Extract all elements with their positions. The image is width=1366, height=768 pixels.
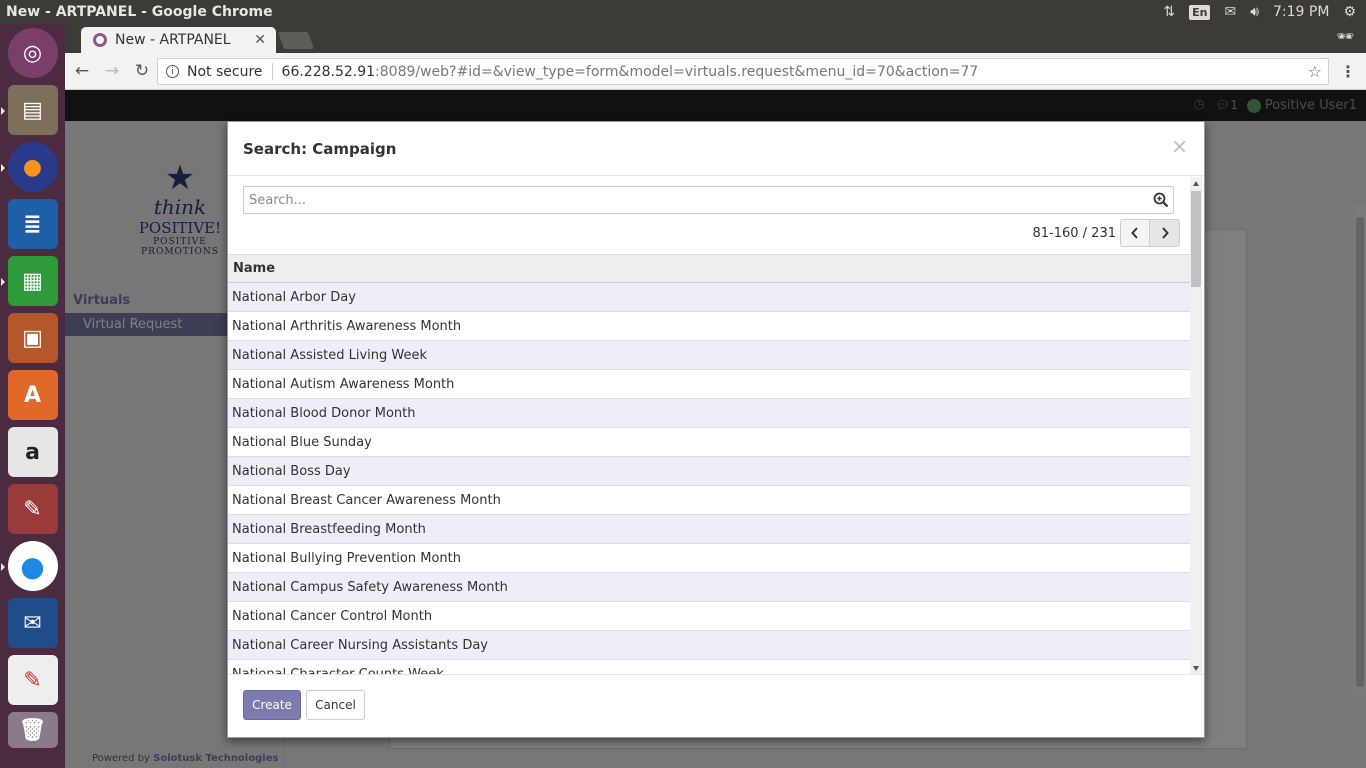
security-label[interactable]: Not secure [187,64,263,80]
keyboard-layout[interactable]: En [1189,4,1211,20]
list-item[interactable]: National Cancer Control Month [228,602,1191,631]
list-item[interactable]: National Breastfeeding Month [228,515,1191,544]
campaign-list: Name National Arbor Day National Arthriti… [228,254,1191,675]
list-item[interactable]: National Bullying Prevention Month [228,544,1191,573]
list-item[interactable]: National Career Nursing Assistants Day [228,631,1191,660]
unity-launcher: ◎ ▤ ● ≣ ▦ ▣ A a ✎ ● ✉ ✎ 🗑︎ [0,24,65,768]
settings-gear-icon[interactable]: ⚙ [1343,4,1356,20]
system-tray: ⇅ En ✉ 🔊︎ 7:19 PM ⚙ [1163,4,1366,20]
incognito-icon: 🕶︎ [1336,29,1354,45]
list-item[interactable]: National Arbor Day [228,283,1191,312]
os-top-panel: New - ARTPANEL - Google Chrome ⇅ En ✉ 🔊︎… [0,0,1366,24]
impress-icon[interactable]: ▣ [7,313,58,363]
dialog-scrollbar[interactable] [1190,177,1202,675]
omnibox-divider [271,63,273,80]
dialog-title: Search: Campaign [243,140,397,158]
software-center-icon[interactable]: A [7,370,58,420]
clock[interactable]: 7:19 PM [1273,4,1329,20]
volume-icon[interactable]: 🔊︎ [1250,4,1259,20]
pager-previous-button[interactable] [1120,219,1150,247]
chevron-right-icon [1161,227,1169,239]
url-host[interactable]: 66.228.52.91 [282,64,376,80]
close-icon[interactable]: × [1171,134,1188,158]
files-icon[interactable]: ▤ [0,85,58,135]
cancel-button[interactable]: Cancel [306,690,365,720]
list-item[interactable]: National Assisted Living Week [228,341,1191,370]
search-icon[interactable] [1153,192,1169,208]
bookmark-star-icon[interactable]: ☆ [1308,62,1322,81]
browser-tab-strip: New - ARTPANEL ✕ 🕶︎ [65,24,1366,53]
scroll-thumb[interactable] [1191,191,1201,287]
firefox-icon[interactable]: ● [0,142,58,192]
browser-menu-icon[interactable]: ⋮ [1340,62,1356,81]
address-bar[interactable]: i Not secure 66.228.52.91 :8089/web?#id=… [157,58,1329,85]
dialog-body: 81-160 / 231 Name National Arbor DayNati… [228,177,1204,675]
chrome-icon[interactable]: ● [0,541,58,591]
mail-icon[interactable]: ✉ [1224,4,1236,20]
back-arrow-icon[interactable]: ← [69,61,95,81]
thunderbird-icon[interactable]: ✉ [7,598,58,648]
scroll-down-arrow-icon[interactable] [1193,666,1199,671]
close-tab-icon[interactable]: ✕ [254,32,266,48]
pager-value[interactable]: 81-160 / 231 [1032,226,1116,241]
list-rows: National Arbor Day National Arthritis Awa… [228,283,1191,675]
search-field[interactable] [243,186,1174,214]
browser-toolbar: ← → ↻ i Not secure 66.228.52.91 :8089/we… [65,53,1366,90]
list-item[interactable]: National Blood Donor Month [228,399,1191,428]
search-input[interactable] [244,187,1124,213]
create-button[interactable]: Create [243,690,301,720]
ubuntu-dash-icon[interactable]: ◎ [7,28,58,78]
list-item[interactable]: National Boss Day [228,457,1191,486]
reload-icon[interactable]: ↻ [129,61,155,81]
system-settings-icon[interactable]: ✎ [7,484,58,534]
pager: 81-160 / 231 [1032,219,1180,247]
scroll-up-arrow-icon[interactable] [1193,181,1199,186]
writer-icon[interactable]: ≣ [7,199,58,249]
odoo-favicon-icon [93,33,107,47]
calc-icon[interactable]: ▦ [0,256,58,306]
search-campaign-dialog: Search: Campaign × 81-160 / 231 Name Nat… [227,121,1205,738]
dialog-footer: Create Cancel [228,674,1204,737]
list-item[interactable]: National Campus Safety Awareness Month [228,573,1191,602]
new-tab-button[interactable] [277,32,315,49]
tab-title: New - ARTPANEL [115,32,231,48]
browser-tab[interactable]: New - ARTPANEL ✕ [81,27,276,53]
list-item[interactable]: National Arthritis Awareness Month [228,312,1191,341]
info-icon[interactable]: i [166,65,179,78]
url-path[interactable]: :8089/web?#id=&view_type=form&model=virt… [375,64,978,80]
trash-icon[interactable]: 🗑︎ [7,712,58,748]
list-item[interactable]: National Breast Cancer Awareness Month [228,486,1191,515]
list-item[interactable]: National Character Counts Week [228,660,1191,675]
forward-arrow-icon[interactable]: → [99,61,125,81]
list-item[interactable]: National Blue Sunday [228,428,1191,457]
pager-next-button[interactable] [1150,219,1180,247]
list-item[interactable]: National Autism Awareness Month [228,370,1191,399]
network-icon[interactable]: ⇅ [1163,4,1175,20]
document-viewer-icon[interactable]: ✎ [7,655,58,705]
chevron-left-icon [1131,227,1138,239]
dialog-header: Search: Campaign × [228,122,1204,176]
amazon-icon[interactable]: a [7,427,58,477]
window-title: New - ARTPANEL - Google Chrome [6,4,273,20]
column-header-name[interactable]: Name [228,254,1191,283]
